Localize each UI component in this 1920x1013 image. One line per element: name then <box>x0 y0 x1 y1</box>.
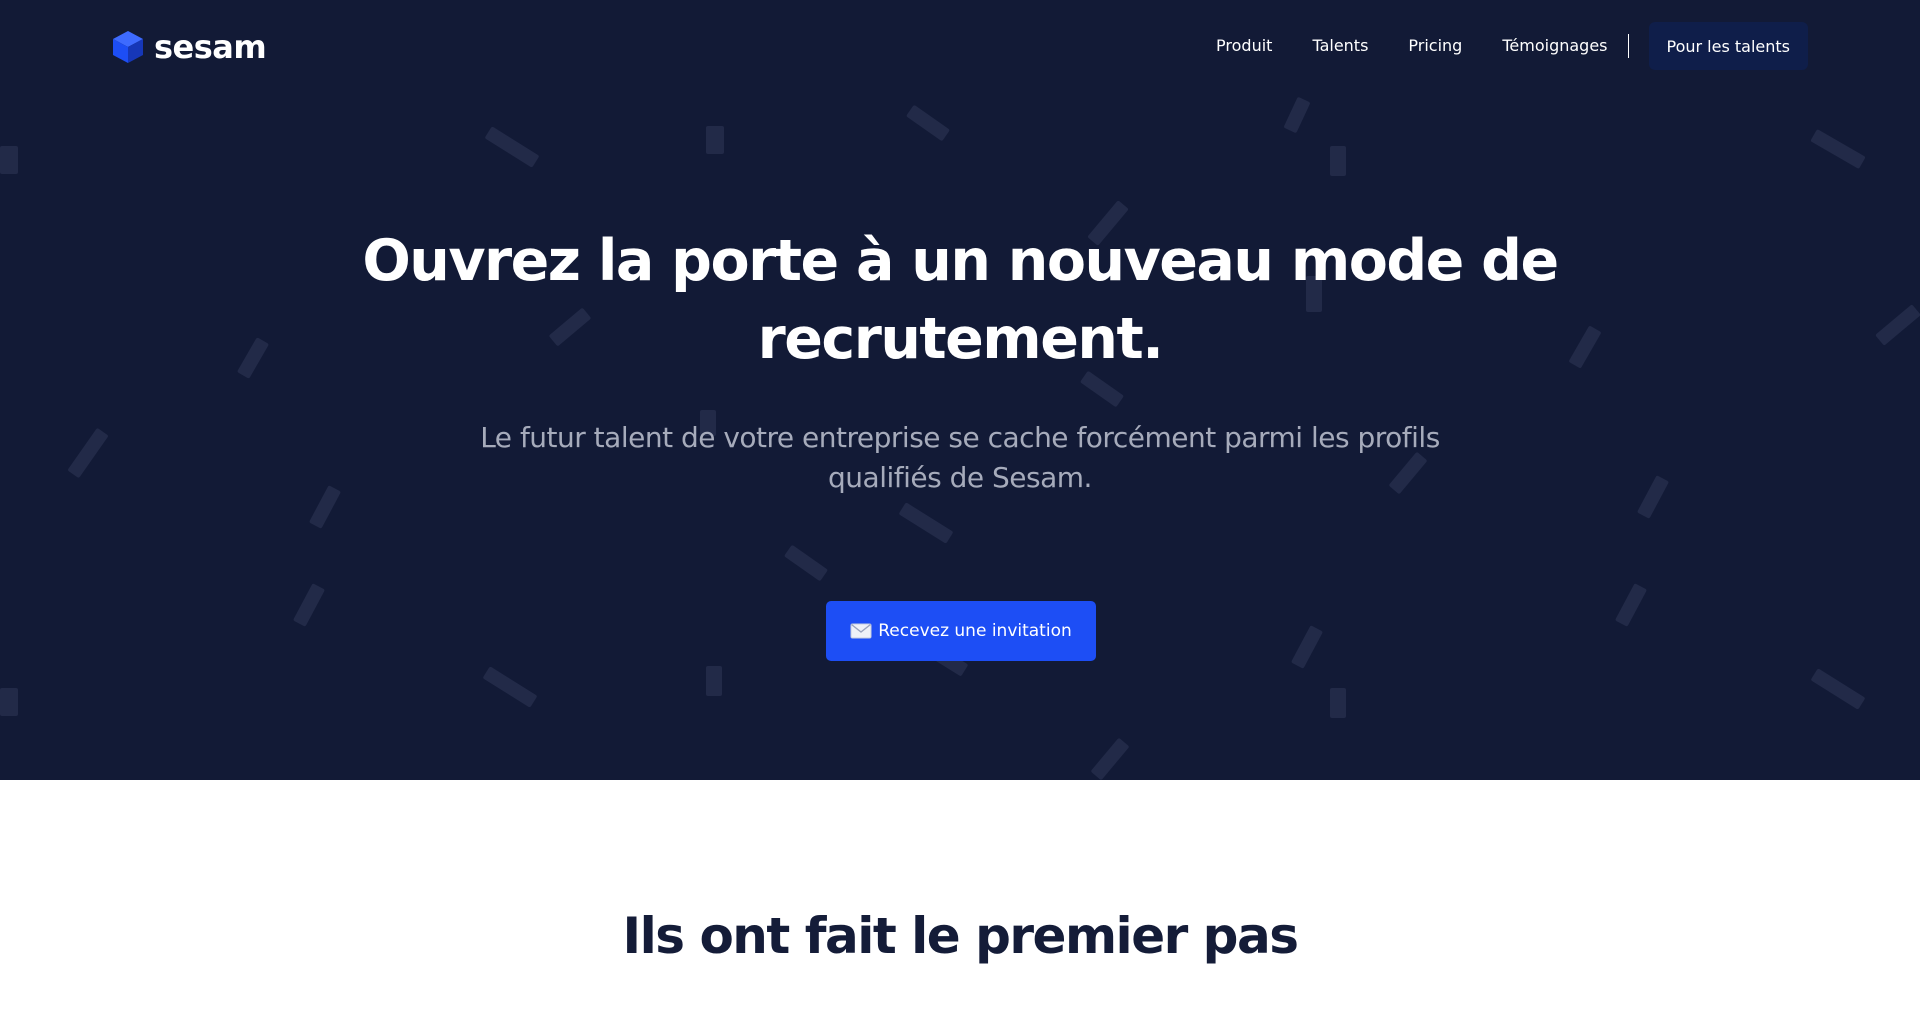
main-nav: Produit Talents Pricing Témoignages Pour… <box>1216 22 1808 70</box>
decorative-confetti <box>0 688 18 716</box>
decorative-confetti <box>1875 304 1920 346</box>
cube-logo-icon <box>112 30 144 64</box>
nav-link-pricing[interactable]: Pricing <box>1408 22 1462 70</box>
decorative-confetti <box>1330 688 1346 718</box>
clients-section-title: Ils ont fait le premier pas <box>622 907 1299 965</box>
decorative-confetti <box>706 126 724 154</box>
nav-divider <box>1627 34 1629 58</box>
hero-title-line: recrutement. <box>757 306 1164 372</box>
decorative-confetti <box>1810 128 1866 170</box>
decorative-confetti <box>0 146 18 174</box>
hero-subtitle: Le futur talent de votre entreprise se c… <box>470 418 1450 498</box>
talents-cta-button[interactable]: Pour les talents <box>1648 22 1808 70</box>
clients-section: Ils ont fait le premier pas <box>0 780 1920 1013</box>
decorative-confetti <box>236 337 270 379</box>
decorative-confetti <box>1810 668 1866 710</box>
decorative-confetti <box>1283 96 1311 134</box>
decorative-confetti <box>898 502 954 544</box>
decorative-confetti <box>905 104 951 142</box>
hero-title-line: Ouvrez la porte à un nouveau mode de <box>362 228 1559 294</box>
request-invitation-label: Recevez une invitation <box>878 621 1072 641</box>
envelope-icon <box>850 623 872 639</box>
hero-subtitle-line: Le futur talent de votre entreprise se c… <box>480 421 1440 454</box>
decorative-confetti <box>482 666 538 708</box>
nav-link-talents[interactable]: Talents <box>1312 22 1368 70</box>
decorative-confetti <box>1636 475 1670 519</box>
decorative-confetti <box>783 544 829 582</box>
decorative-confetti <box>67 427 109 479</box>
hero-subtitle-line: qualifiés de Sesam. <box>828 461 1092 494</box>
decorative-confetti <box>1090 737 1130 780</box>
decorative-confetti <box>484 126 540 168</box>
decorative-confetti <box>1568 325 1602 369</box>
brand-name: sesam <box>154 28 267 66</box>
hero-title: Ouvrez la porte à un nouveau mode de rec… <box>360 222 1560 378</box>
decorative-confetti <box>706 666 722 696</box>
decorative-confetti <box>1614 583 1648 627</box>
decorative-confetti <box>1330 146 1346 176</box>
decorative-confetti <box>1290 625 1324 669</box>
nav-link-temoignages[interactable]: Témoignages <box>1502 22 1607 70</box>
brand-logo[interactable]: sesam <box>112 28 267 66</box>
request-invitation-button[interactable]: Recevez une invitation <box>826 601 1096 661</box>
hero-section: sesam Produit Talents Pricing Témoignage… <box>0 0 1920 780</box>
decorative-confetti <box>292 583 326 627</box>
nav-link-produit[interactable]: Produit <box>1216 22 1272 70</box>
decorative-confetti <box>308 485 342 529</box>
